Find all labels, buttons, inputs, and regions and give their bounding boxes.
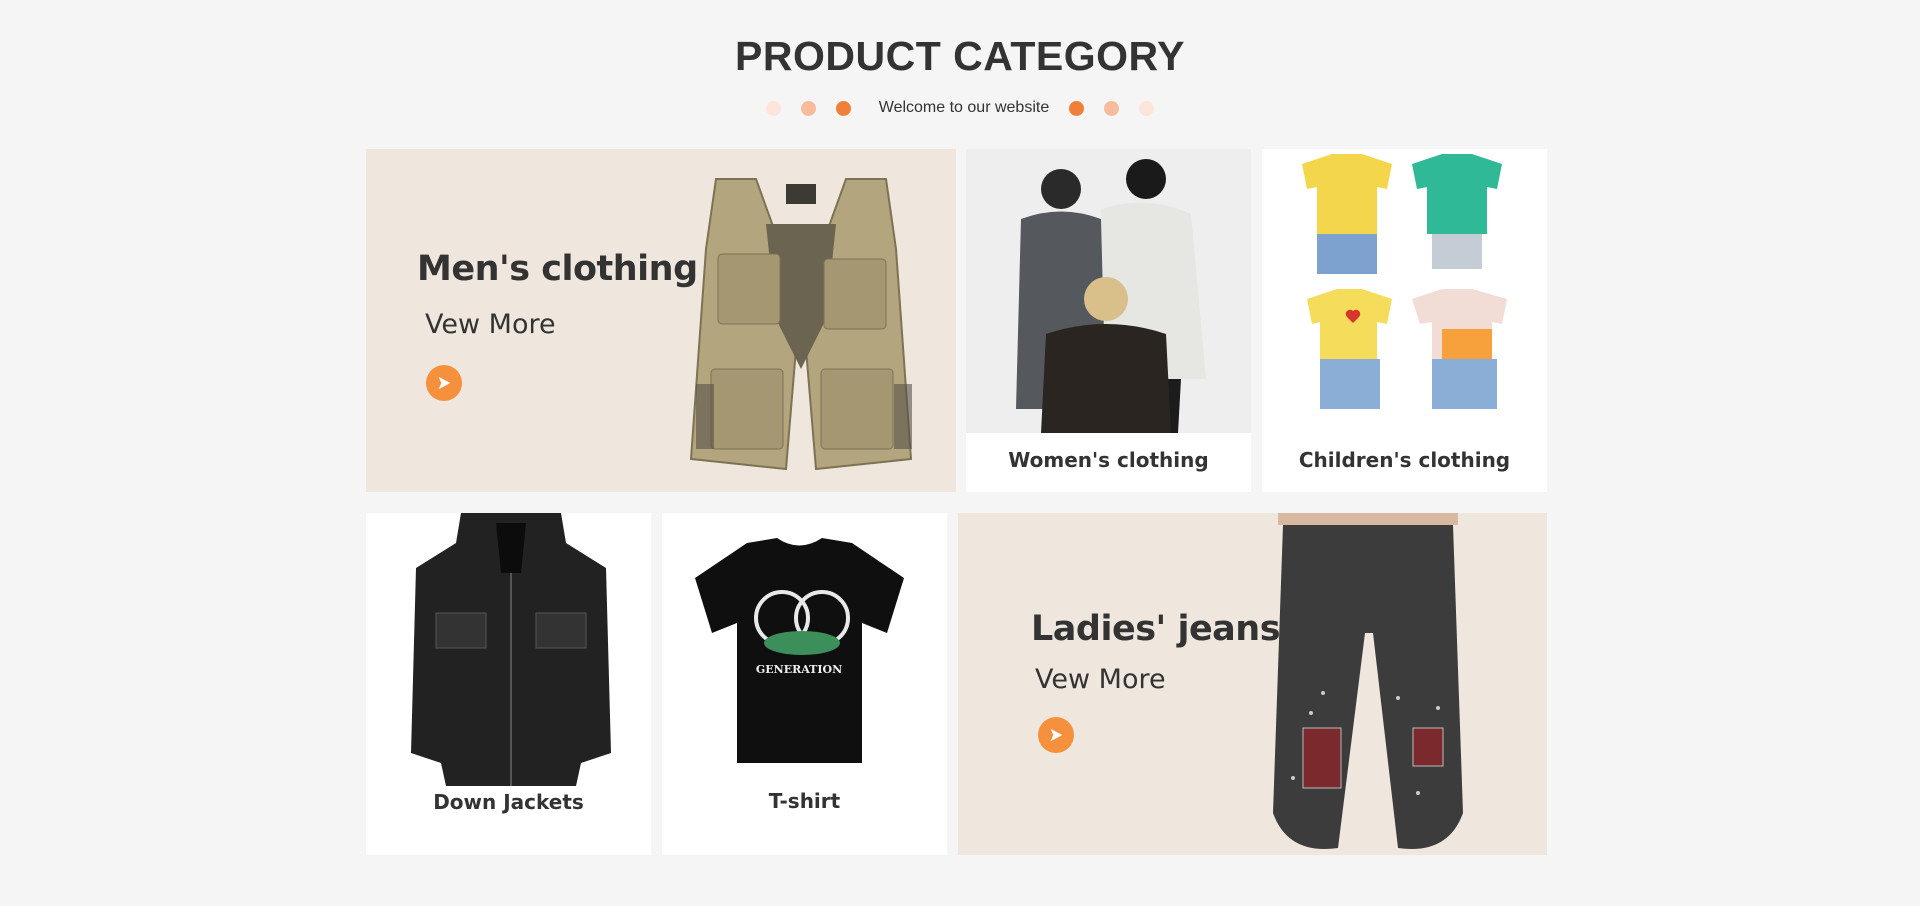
- down-jackets-caption: Down Jackets: [433, 790, 584, 814]
- womens-clothing-image: [966, 149, 1251, 433]
- ladies-jeans-title: Ladies' jeans: [1031, 609, 1281, 649]
- arrow-right-icon: [1050, 728, 1063, 742]
- decor-dot: [800, 100, 816, 116]
- arrow-right-icon: [438, 376, 451, 390]
- decor-dot: [835, 100, 851, 116]
- jeans-image: [1273, 513, 1463, 855]
- childrens-clothing-card[interactable]: Children's clothing: [1262, 149, 1547, 492]
- womens-clothing-caption: Women's clothing: [1008, 448, 1209, 472]
- mens-arrow-button[interactable]: [426, 365, 462, 401]
- childrens-clothing-caption: Children's clothing: [1298, 448, 1511, 472]
- tshirt-print-text: GENERATION: [756, 663, 842, 676]
- vest-image: [656, 169, 946, 481]
- tshirt-image: GENERATION: [692, 538, 907, 768]
- page-title: PRODUCT CATEGORY: [735, 33, 1185, 79]
- section-header: PRODUCT CATEGORY Welcome to our website: [0, 30, 1920, 118]
- decor-dot: [765, 100, 781, 116]
- tshirt-caption: T-shirt: [768, 789, 841, 813]
- mens-view-more-link[interactable]: Vew More: [425, 309, 556, 340]
- decor-dot: [1104, 100, 1120, 116]
- subtitle-row: Welcome to our website: [0, 98, 1920, 118]
- tshirt-card[interactable]: GENERATION T-shirt: [662, 513, 947, 855]
- down-jackets-card[interactable]: Down Jackets: [366, 513, 651, 855]
- mens-clothing-card[interactable]: Men's clothing Vew More: [366, 149, 956, 492]
- childrens-clothing-image: [1292, 149, 1522, 429]
- down-jacket-image: [406, 513, 616, 786]
- page-subtitle: Welcome to our website: [878, 99, 1050, 116]
- decor-dot: [1139, 100, 1155, 116]
- womens-clothing-card[interactable]: Women's clothing: [966, 149, 1251, 492]
- decor-dot: [1069, 100, 1085, 116]
- ladies-arrow-button[interactable]: [1038, 717, 1074, 753]
- ladies-jeans-card[interactable]: Ladies' jeans Vew More: [958, 513, 1547, 855]
- ladies-view-more-link[interactable]: Vew More: [1035, 664, 1166, 695]
